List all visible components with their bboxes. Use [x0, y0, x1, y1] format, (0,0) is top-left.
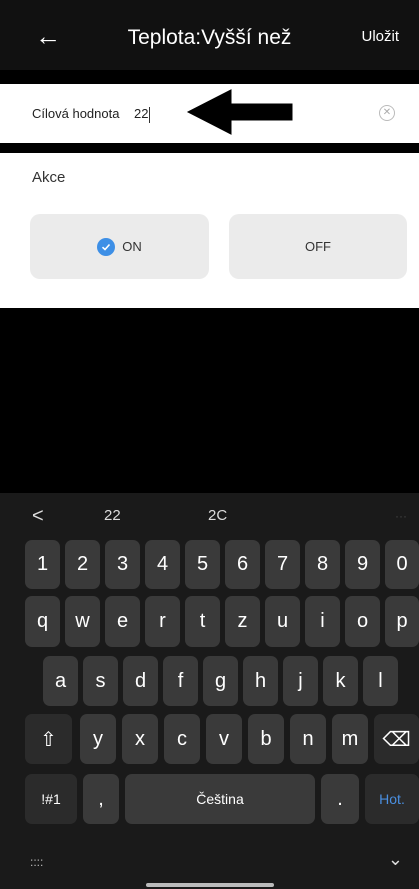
key-t[interactable]: t — [185, 596, 220, 647]
period-key[interactable]: . — [321, 774, 359, 824]
key-w[interactable]: w — [65, 596, 100, 647]
backspace-icon: ⌫ — [382, 728, 411, 751]
key-c[interactable]: c — [164, 714, 200, 764]
key-r[interactable]: r — [145, 596, 180, 647]
key-x[interactable]: x — [122, 714, 158, 764]
key-0[interactable]: 0 — [385, 540, 419, 589]
key-6[interactable]: 6 — [225, 540, 260, 589]
check-circle-icon — [97, 237, 116, 256]
key-7[interactable]: 7 — [265, 540, 300, 589]
key-b[interactable]: b — [248, 714, 284, 764]
done-key[interactable]: Hot. — [365, 774, 419, 824]
suggestion-bar: < 22 2C ··· — [0, 493, 419, 539]
comma-key[interactable]: , — [83, 774, 119, 824]
suggestion-back-icon[interactable]: < — [32, 493, 44, 539]
key-s[interactable]: s — [83, 656, 118, 706]
keyboard-bottom-bar: :::: ⌄ — [0, 839, 419, 889]
back-arrow-icon: ← — [35, 21, 61, 51]
key-l[interactable]: l — [363, 656, 398, 706]
key-d[interactable]: d — [123, 656, 158, 706]
suggestion-more-icon[interactable]: ··· — [395, 493, 407, 539]
key-f[interactable]: f — [163, 656, 198, 706]
key-n[interactable]: n — [290, 714, 326, 764]
key-2[interactable]: 2 — [65, 540, 100, 589]
key-q[interactable]: q — [25, 596, 60, 647]
key-1[interactable]: 1 — [25, 540, 60, 589]
key-h[interactable]: h — [243, 656, 278, 706]
key-e[interactable]: e — [105, 596, 140, 647]
backspace-key[interactable]: ⌫ — [374, 714, 419, 764]
target-value-input[interactable]: 22 — [134, 84, 151, 143]
key-4[interactable]: 4 — [145, 540, 180, 589]
shift-key[interactable]: ⇧ — [25, 714, 72, 764]
home-indicator — [146, 883, 274, 887]
key-o[interactable]: o — [345, 596, 380, 647]
key-k[interactable]: k — [323, 656, 358, 706]
clear-icon[interactable]: ✕ — [379, 105, 395, 121]
soft-keyboard: < 22 2C ··· 1 2 3 4 5 6 7 8 9 0 q w e r … — [0, 493, 419, 889]
key-z[interactable]: z — [225, 596, 260, 647]
key-g[interactable]: g — [203, 656, 238, 706]
annotation-arrow-icon — [186, 89, 293, 135]
key-i[interactable]: i — [305, 596, 340, 647]
shift-icon: ⇧ — [40, 728, 57, 751]
space-key[interactable]: Čeština — [125, 774, 315, 824]
key-5[interactable]: 5 — [185, 540, 220, 589]
key-m[interactable]: m — [332, 714, 368, 764]
text-caret — [149, 106, 151, 123]
on-button[interactable]: ON — [30, 214, 209, 279]
key-9[interactable]: 9 — [345, 540, 380, 589]
on-button-label: ON — [122, 239, 142, 254]
key-u[interactable]: u — [265, 596, 300, 647]
off-button-label: OFF — [305, 239, 331, 254]
action-label: Akce — [32, 169, 66, 186]
key-v[interactable]: v — [206, 714, 242, 764]
off-button[interactable]: OFF — [229, 214, 407, 279]
key-a[interactable]: a — [43, 656, 78, 706]
action-section: Akce ON OFF — [0, 153, 419, 308]
hide-keyboard-icon[interactable]: ⌄ — [388, 849, 403, 870]
symbols-key[interactable]: !#1 — [25, 774, 77, 824]
target-value-label: Cílová hodnota — [32, 106, 120, 121]
back-button[interactable]: ← — [26, 18, 70, 54]
key-j[interactable]: j — [283, 656, 318, 706]
key-8[interactable]: 8 — [305, 540, 340, 589]
keyboard-grid-icon[interactable]: :::: — [30, 855, 43, 869]
key-3[interactable]: 3 — [105, 540, 140, 589]
save-button[interactable]: Uložit — [361, 22, 399, 52]
suggestion-item[interactable]: 2C — [208, 493, 227, 539]
key-y[interactable]: y — [80, 714, 116, 764]
suggestion-item[interactable]: 22 — [104, 493, 121, 539]
key-p[interactable]: p — [385, 596, 419, 647]
